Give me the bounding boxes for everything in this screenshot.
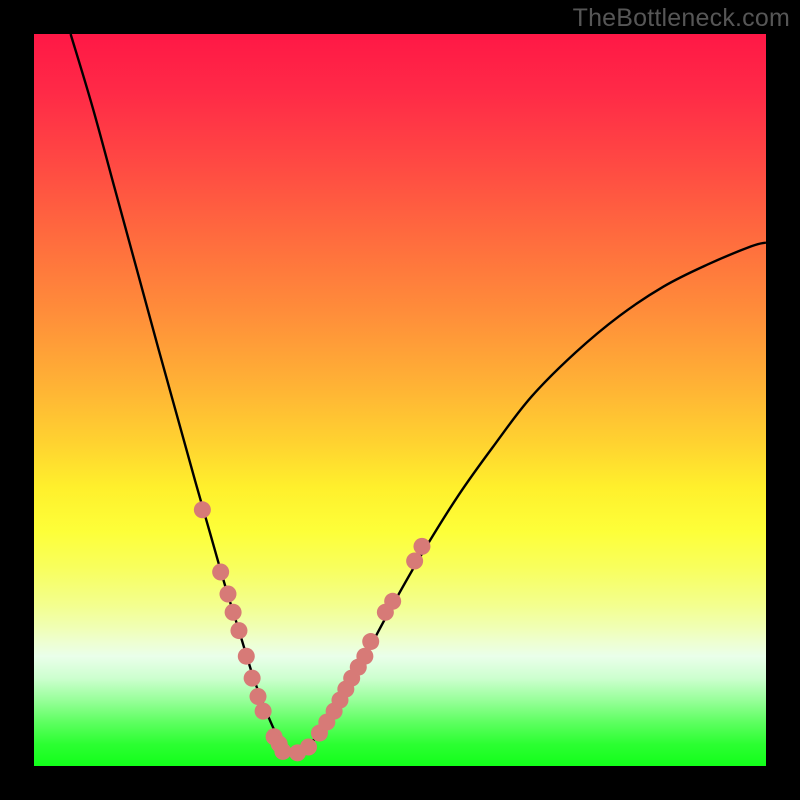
data-marker: [244, 670, 261, 687]
data-marker: [406, 553, 423, 570]
data-marker: [300, 738, 317, 755]
watermark-text: TheBottleneck.com: [573, 4, 790, 33]
data-marker: [384, 593, 401, 610]
data-marker: [249, 688, 266, 705]
data-marker: [219, 585, 236, 602]
data-marker: [413, 538, 430, 555]
bottleneck-curve: [290, 243, 766, 755]
data-marker: [238, 648, 255, 665]
plot-area: [34, 34, 766, 766]
chart-frame: TheBottleneck.com: [0, 0, 800, 800]
marker-group: [194, 501, 431, 761]
data-marker: [255, 703, 272, 720]
data-marker: [194, 501, 211, 518]
chart-svg: [34, 34, 766, 766]
data-marker: [230, 622, 247, 639]
bottleneck-curve: [71, 34, 291, 755]
curve-group: [71, 34, 766, 755]
data-marker: [356, 648, 373, 665]
data-marker: [212, 564, 229, 581]
data-marker: [225, 604, 242, 621]
data-marker: [274, 743, 291, 760]
data-marker: [362, 633, 379, 650]
